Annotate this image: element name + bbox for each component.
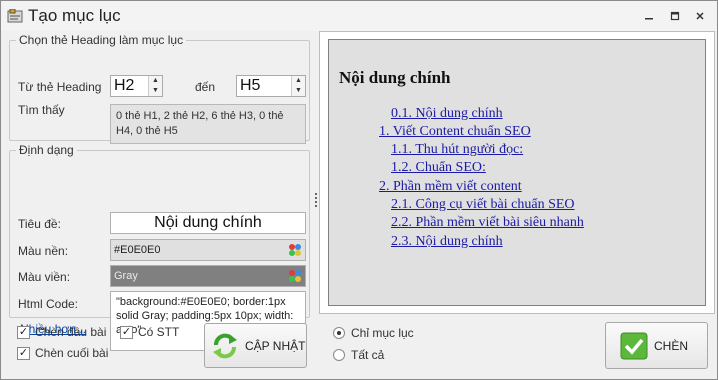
- from-heading-spinner[interactable]: H2 ▲ ▼: [110, 75, 163, 97]
- checkbox-checked-icon: ✓: [120, 325, 133, 339]
- only-toc-radio[interactable]: Chỉ mục lục: [333, 326, 414, 340]
- insert-button[interactable]: CHÈN: [605, 322, 708, 369]
- close-icon[interactable]: [692, 9, 708, 23]
- to-heading-arrows: ▲ ▼: [291, 76, 305, 96]
- toc-preview-box: Nội dung chính 0.1. Nội dung chính 1. Viế…: [328, 39, 706, 306]
- insert-bottom-checkbox[interactable]: ✓ Chèn cuối bài: [17, 346, 108, 360]
- toc-link[interactable]: 2.2. Phần mềm viết bài siêu nhanh: [391, 215, 584, 231]
- to-heading-spinner[interactable]: H5 ▲ ▼: [236, 75, 306, 97]
- to-heading-label: đến: [195, 80, 216, 94]
- checkbox-checked-icon: ✓: [17, 325, 30, 339]
- maximize-icon[interactable]: [667, 9, 683, 23]
- window-title: Tạo mục lục: [28, 6, 121, 25]
- heading-group-legend: Chọn thẻ Heading làm mục lục: [19, 33, 184, 47]
- refresh-icon: [213, 333, 237, 358]
- format-group: Định dạng Tiêu đề: Nội dung chính Màu nề…: [9, 143, 310, 351]
- palette-icon[interactable]: [287, 242, 303, 258]
- numbering-label: Có STT: [138, 325, 180, 339]
- border-color-value: Gray: [114, 270, 138, 282]
- settings-panel: Chọn thẻ Heading làm mục lục Từ thẻ Head…: [7, 31, 313, 376]
- bg-color-value: #E0E0E0: [114, 244, 161, 256]
- minimize-icon[interactable]: [641, 9, 657, 23]
- only-toc-label: Chỉ mục lục: [351, 326, 414, 340]
- found-summary: 0 thẻ H1, 2 thẻ H2, 6 thẻ H3, 0 thẻ H4, …: [110, 104, 306, 144]
- insert-top-checkbox[interactable]: ✓ Chèn đầu bài: [17, 325, 106, 339]
- spin-up-icon[interactable]: ▲: [292, 76, 305, 86]
- title-label: Tiêu đề:: [18, 217, 61, 231]
- from-heading-value: H2: [114, 77, 135, 94]
- from-heading-arrows: ▲ ▼: [148, 76, 162, 96]
- spin-down-icon[interactable]: ▼: [149, 86, 162, 96]
- radio-unselected-icon: [333, 349, 345, 361]
- radio-selected-icon: [333, 327, 345, 339]
- update-button[interactable]: CẬP NHẬT: [204, 323, 307, 368]
- spin-down-icon[interactable]: ▼: [292, 86, 305, 96]
- insert-button-label: CHÈN: [654, 338, 689, 353]
- html-code-label: Html Code:: [18, 297, 79, 311]
- toc-link[interactable]: 1.2. Chuẩn SEO:: [391, 160, 486, 176]
- insert-bottom-label: Chèn cuối bài: [35, 346, 109, 360]
- insert-options: Chỉ mục lục Tất cả CHÈN: [319, 314, 715, 378]
- update-button-label: CẬP NHẬT: [245, 338, 306, 353]
- bg-color-label: Màu nền:: [18, 244, 69, 258]
- spin-up-icon[interactable]: ▲: [149, 76, 162, 86]
- title-input[interactable]: Nội dung chính: [110, 212, 306, 234]
- preview-pane: Nội dung chính 0.1. Nội dung chính 1. Viế…: [319, 31, 715, 314]
- palette-icon[interactable]: [287, 268, 303, 284]
- title-bar: Tạo mục lục: [1, 1, 717, 31]
- toc-link[interactable]: 2.1. Công cụ viết bài chuẩn SEO: [391, 197, 575, 213]
- toc-dialog-window: Tạo mục lục Chọn thẻ Heading làm mục lục…: [0, 0, 718, 380]
- all-label: Tất cả: [351, 348, 385, 362]
- border-color-label: Màu viền:: [18, 270, 71, 284]
- all-radio[interactable]: Tất cả: [333, 348, 384, 362]
- app-icon: [7, 9, 23, 23]
- toc-link[interactable]: 1. Viết Content chuẩn SEO: [379, 124, 531, 140]
- border-color-field[interactable]: Gray: [110, 265, 306, 287]
- checkmark-icon: [620, 332, 648, 359]
- from-heading-label: Từ thẻ Heading: [18, 80, 102, 94]
- panel-splitter[interactable]: [315, 191, 318, 211]
- toc-link[interactable]: 2.3. Nội dung chính: [391, 234, 503, 250]
- insert-top-label: Chèn đầu bài: [35, 325, 107, 339]
- format-group-legend: Định dạng: [19, 143, 74, 157]
- numbering-checkbox[interactable]: ✓ Có STT: [120, 325, 179, 339]
- heading-group: Chọn thẻ Heading làm mục lục Từ thẻ Head…: [9, 33, 310, 144]
- bg-color-field[interactable]: #E0E0E0: [110, 239, 306, 261]
- to-heading-value: H5: [240, 77, 261, 94]
- toc-link[interactable]: 2. Phần mềm viết content: [379, 179, 522, 195]
- found-label: Tìm thấy: [18, 103, 65, 117]
- toc-link[interactable]: 1.1. Thu hút người đọc:: [391, 142, 523, 158]
- checkbox-checked-icon: ✓: [17, 346, 30, 360]
- toc-link[interactable]: 0.1. Nội dung chính: [391, 106, 503, 122]
- preview-heading: Nội dung chính: [339, 68, 451, 87]
